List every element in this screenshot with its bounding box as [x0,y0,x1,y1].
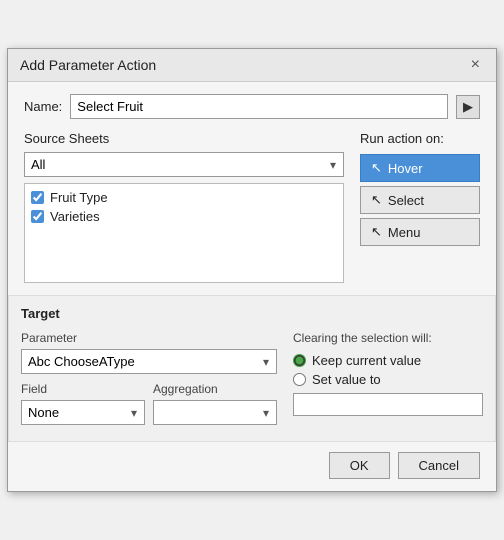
aggregation-label: Aggregation [153,382,277,396]
aggregation-dropdown[interactable] [153,400,277,425]
run-action-panel: Run action on: ↖ Hover ↖ Select ↖ Menu [360,131,480,283]
run-action-label: Run action on: [360,131,480,146]
ok-button[interactable]: OK [329,452,390,479]
hover-button[interactable]: ↖ Hover [360,154,480,182]
dialog-title: Add Parameter Action [20,57,156,73]
aggregation-panel: Aggregation [153,382,277,431]
aggregation-dropdown-wrapper [153,400,277,425]
source-sheets-panel: Source Sheets All Fruit Type Varieties [24,131,344,283]
hover-label: Hover [388,161,423,176]
target-label: Target [21,306,483,321]
name-arrow-button[interactable]: ▶ [456,95,480,119]
name-input[interactable] [70,94,448,119]
name-label: Name: [24,99,62,114]
clearing-panel: Clearing the selection will: Keep curren… [293,331,483,431]
close-button[interactable]: × [467,57,484,73]
field-row: Field None Aggregation [21,382,277,431]
run-action-buttons: ↖ Hover ↖ Select ↖ Menu [360,154,480,246]
parameter-label: Parameter [21,331,277,345]
select-label: Select [388,193,424,208]
keep-current-radio-item: Keep current value [293,353,483,368]
name-row: Name: ▶ [24,94,480,119]
select-icon: ↖ [371,192,382,208]
cancel-button[interactable]: Cancel [398,452,480,479]
target-section: Target Parameter Abc ChooseAType Field N… [8,295,496,442]
list-item: Varieties [31,207,337,226]
source-sheets-label: Source Sheets [24,131,344,146]
menu-button[interactable]: ↖ Menu [360,218,480,246]
target-inner: Parameter Abc ChooseAType Field None [21,331,483,431]
keep-current-radio[interactable] [293,354,306,367]
sheets-list: Fruit Type Varieties [24,183,344,283]
target-left: Parameter Abc ChooseAType Field None [21,331,277,431]
varieties-label: Varieties [50,209,100,224]
dialog-body: Name: ▶ Source Sheets All Fruit Type [8,82,496,295]
add-parameter-action-dialog: Add Parameter Action × Name: ▶ Source Sh… [7,48,497,492]
set-value-label: Set value to [312,372,381,387]
fruit-type-label: Fruit Type [50,190,108,205]
set-value-radio[interactable] [293,373,306,386]
varieties-checkbox[interactable] [31,210,44,223]
list-item: Fruit Type [31,188,337,207]
field-dropdown[interactable]: None [21,400,145,425]
source-sheets-dropdown-wrapper: All [24,152,344,177]
clearing-label: Clearing the selection will: [293,331,483,345]
hover-icon: ↖ [371,160,382,176]
set-value-radio-item: Set value to [293,372,483,387]
menu-label: Menu [388,225,421,240]
field-panel: Field None [21,382,145,431]
source-sheets-dropdown[interactable]: All [24,152,344,177]
menu-icon: ↖ [371,224,382,240]
parameter-dropdown[interactable]: Abc ChooseAType [21,349,277,374]
field-label: Field [21,382,145,396]
set-value-input[interactable] [293,393,483,416]
dialog-footer: OK Cancel [8,442,496,491]
fruit-type-checkbox[interactable] [31,191,44,204]
field-dropdown-wrapper: None [21,400,145,425]
keep-current-label: Keep current value [312,353,421,368]
parameter-dropdown-wrapper: Abc ChooseAType [21,349,277,374]
select-button[interactable]: ↖ Select [360,186,480,214]
title-bar: Add Parameter Action × [8,49,496,82]
source-section: Source Sheets All Fruit Type Varieties [24,131,480,283]
